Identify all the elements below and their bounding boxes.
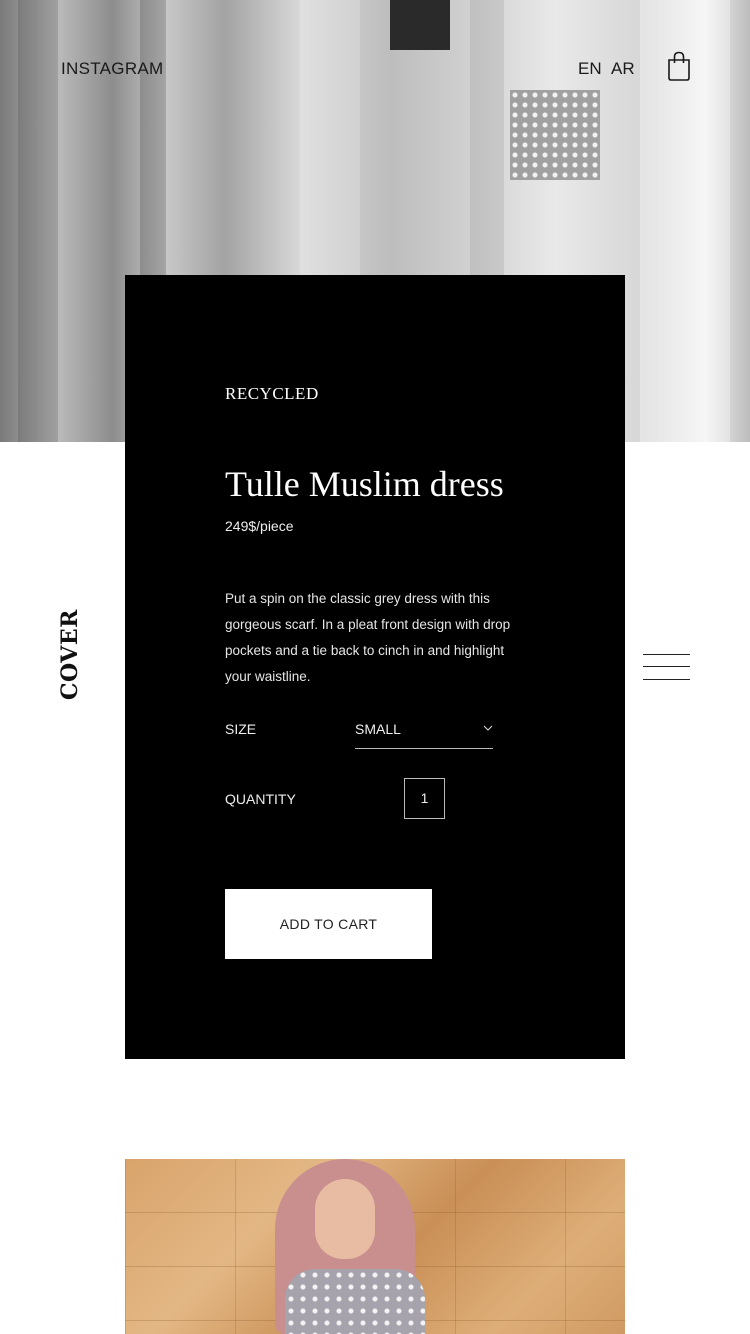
menu-line (643, 679, 690, 680)
quantity-label: QUANTITY (225, 791, 296, 807)
hero-image-lace (510, 90, 600, 180)
product-title: Tulle Muslim dress (225, 464, 504, 504)
menu-line (643, 654, 690, 655)
product-card: RECYCLED Tulle Muslim dress 249$/piece P… (125, 275, 625, 1059)
size-select[interactable]: SMALL (355, 711, 493, 749)
brand-logo[interactable]: COVER (56, 609, 84, 700)
product-photo[interactable] (125, 1159, 625, 1334)
hero-image-shadow (390, 0, 450, 50)
hero-image-fold (18, 0, 58, 442)
add-to-cart-button[interactable]: ADD TO CART (225, 889, 432, 959)
product-description: Put a spin on the classic grey dress wit… (225, 591, 511, 684)
shopping-bag-icon[interactable] (666, 51, 692, 81)
chevron-down-icon (483, 725, 493, 731)
size-label: SIZE (225, 721, 257, 737)
product-photo-dress (285, 1269, 425, 1334)
product-photo-model (315, 1179, 375, 1259)
hamburger-menu-icon[interactable] (643, 653, 690, 681)
language-en-link[interactable]: EN (578, 59, 602, 79)
size-selected-value: SMALL (355, 721, 401, 737)
product-price: 249$/piece (225, 518, 294, 534)
language-ar-link[interactable]: AR (611, 59, 635, 79)
instagram-link[interactable]: INSTAGRAM (61, 59, 164, 79)
menu-line (643, 666, 690, 667)
product-category: RECYCLED (225, 384, 319, 403)
quantity-input[interactable]: 1 (404, 778, 445, 819)
